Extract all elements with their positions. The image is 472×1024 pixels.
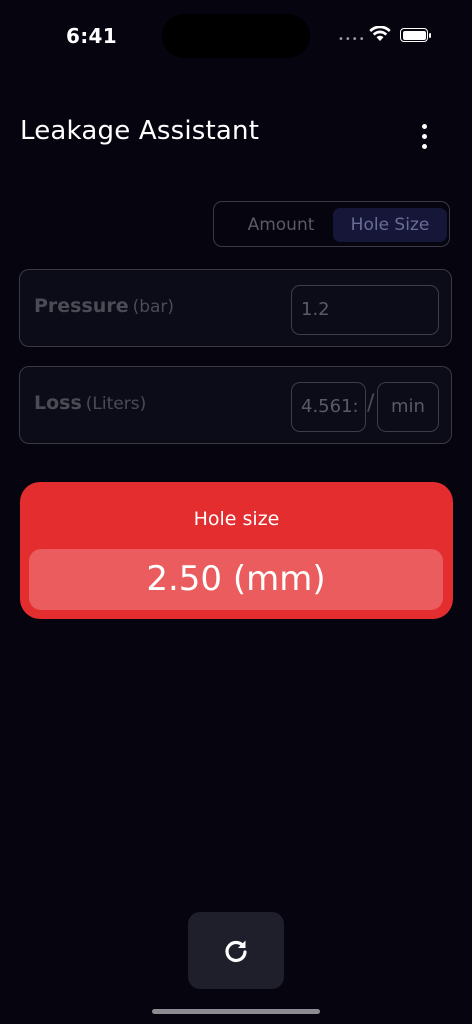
loss-input[interactable]: 4.561: <box>291 382 366 432</box>
more-options-icon[interactable] <box>410 118 438 154</box>
pressure-unit: (bar) <box>132 297 175 317</box>
signal-icon: •••• <box>338 34 366 45</box>
page-title: Leakage Assistant <box>20 116 260 146</box>
loss-card: Loss (Liters) 4.561: / min <box>19 366 452 444</box>
status-time: 6:41 <box>66 24 117 48</box>
loss-separator: / <box>367 391 375 416</box>
result-value: 2.50 (mm) <box>29 549 443 610</box>
status-bar: 6:41 •••• <box>0 0 472 72</box>
refresh-icon <box>225 940 247 962</box>
result-card: Hole size 2.50 (mm) <box>20 482 453 619</box>
time-unit-select[interactable]: min <box>377 382 439 432</box>
pressure-input[interactable]: 1.2 <box>291 285 439 335</box>
segment-hole-size[interactable]: Hole Size <box>333 208 447 242</box>
pressure-card: Pressure (bar) 1.2 <box>19 269 452 347</box>
dynamic-island <box>162 14 310 58</box>
battery-icon <box>400 28 431 42</box>
mode-segmented-control: Amount Hole Size <box>213 201 450 247</box>
pressure-label: Pressure (bar) <box>34 295 174 317</box>
pressure-label-text: Pressure <box>34 295 129 317</box>
segment-amount[interactable]: Amount <box>224 208 338 242</box>
loss-label-text: Loss <box>34 392 82 414</box>
loss-label: Loss (Liters) <box>34 392 146 414</box>
reset-button[interactable] <box>188 912 284 989</box>
wifi-icon <box>369 26 391 41</box>
result-label: Hole size <box>193 508 280 530</box>
home-indicator <box>152 1009 320 1014</box>
loss-unit: (Liters) <box>85 394 147 414</box>
